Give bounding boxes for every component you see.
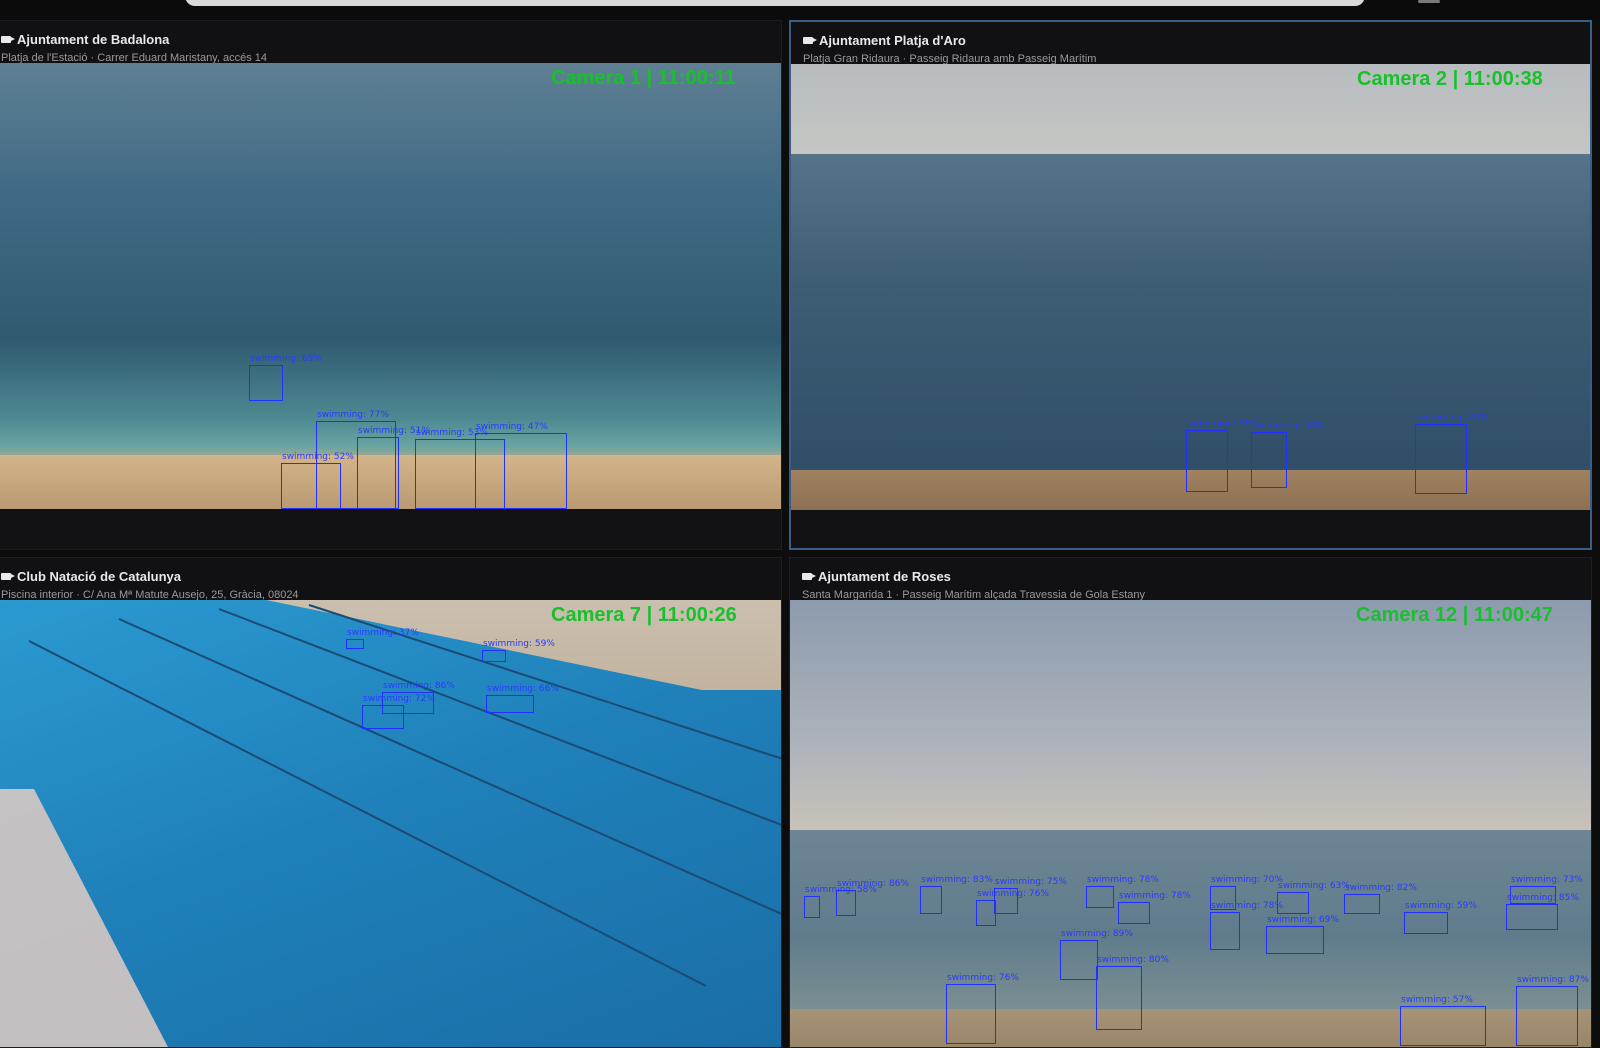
- camera-overlay-label: Camera 12 | 11:00:47: [1356, 604, 1553, 626]
- detection-box: swimming: 78%: [1210, 901, 1283, 950]
- camera-panel-roses[interactable]: Ajuntament de Roses Santa Margarida 1 · …: [789, 557, 1592, 1048]
- detection-box: swimming: 78%: [1118, 891, 1191, 924]
- detection-box: swimming: 80%: [1096, 955, 1169, 1030]
- camera-overlay-label: Camera 7 | 11:00:26: [551, 604, 737, 626]
- browser-top-strip: [0, 0, 1600, 20]
- address-bar[interactable]: [185, 0, 1365, 6]
- detection-box: swimming: 69%: [1266, 915, 1339, 954]
- video-camera-icon: [802, 573, 816, 580]
- camera-header: Club Natació de Catalunya Piscina interi…: [0, 558, 781, 601]
- detection-box: swimming: 83%: [920, 875, 993, 914]
- camera-header: Ajuntament de Roses Santa Margarida 1 · …: [790, 558, 1591, 601]
- detection-box: swimming: 58%: [1251, 421, 1324, 488]
- video-camera-icon: [1, 573, 15, 580]
- camera-feed[interactable]: Camera 12 | 11:00:47 swimming: 86% swimm…: [790, 600, 1591, 1047]
- detection-box: swimming: 85%: [1506, 893, 1579, 930]
- video-camera-icon: [1, 36, 15, 43]
- detection-box: swimming: 59%: [1404, 901, 1477, 934]
- detection-box: swimming: 58%: [804, 885, 877, 918]
- detection-box: swimming: 72%: [362, 694, 435, 729]
- video-frame-sky: [790, 600, 1591, 830]
- detection-box: swimming: 69%: [249, 354, 322, 401]
- camera-header: Ajuntament de Badalona Platja de l'Estac…: [0, 21, 781, 64]
- detection-box: swimming: 37%: [346, 628, 419, 649]
- detection-box: swimming: 82%: [1344, 883, 1417, 914]
- camera-title: Ajuntament Platja d'Aro: [803, 33, 966, 48]
- detection-box: swimming: 89%: [1060, 929, 1133, 980]
- camera-header: Ajuntament Platja d'Aro Platja Gran Rida…: [791, 22, 1590, 65]
- detection-box: swimming: 76%: [976, 889, 1049, 926]
- detection-box: swimming: 70%: [1415, 413, 1488, 494]
- camera-panel-badalona[interactable]: Ajuntament de Badalona Platja de l'Estac…: [0, 20, 782, 550]
- toolbar-button[interactable]: [1418, 0, 1440, 3]
- detection-box: swimming: 87%: [1516, 975, 1589, 1046]
- camera-feed[interactable]: Camera 2 | 11:00:38 swimming: 56% swimmi…: [791, 64, 1590, 510]
- detection-box: swimming: 78%: [1086, 875, 1159, 908]
- detection-box: swimming: 57%: [1400, 995, 1486, 1046]
- video-camera-icon: [803, 37, 817, 44]
- camera-feed[interactable]: Camera 1 | 11:00:11 swimming: 69% swimmi…: [0, 63, 781, 509]
- detection-box: swimming: 47%: [475, 422, 567, 509]
- camera-title: Club Natació de Catalunya: [1, 569, 181, 584]
- detection-box: swimming: 76%: [946, 973, 1019, 1044]
- detection-box: swimming: 56%: [1186, 419, 1259, 492]
- camera-panel-club-natacio[interactable]: Club Natació de Catalunya Piscina interi…: [0, 557, 782, 1048]
- video-frame-sea: [790, 830, 1591, 1010]
- camera-overlay-label: Camera 1 | 11:00:11: [551, 67, 736, 89]
- detection-box: swimming: 66%: [486, 684, 559, 713]
- detection-box: swimming: 63%: [1277, 881, 1350, 914]
- camera-title: Ajuntament de Roses: [802, 569, 951, 584]
- detection-box: swimming: 59%: [482, 639, 555, 662]
- camera-title: Ajuntament de Badalona: [1, 32, 169, 47]
- detection-box: swimming: 52%: [281, 452, 354, 509]
- camera-feed[interactable]: Camera 7 | 11:00:26 swimming: 37% swimmi…: [0, 600, 781, 1047]
- camera-panel-platja-daro[interactable]: Ajuntament Platja d'Aro Platja Gran Rida…: [789, 20, 1592, 550]
- detection-box: swimming: 51%: [357, 426, 430, 509]
- camera-overlay-label: Camera 2 | 11:00:38: [1357, 68, 1543, 90]
